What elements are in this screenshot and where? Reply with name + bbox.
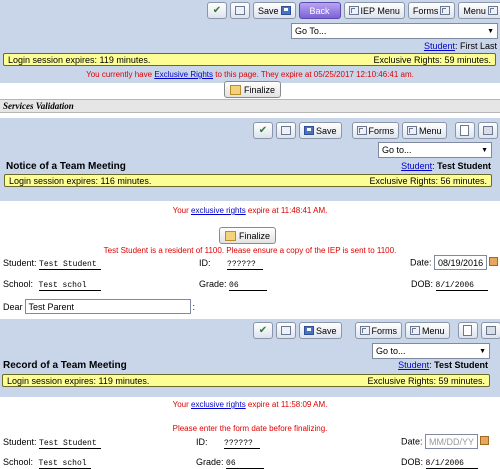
chevron-down-icon: ▼ (479, 347, 486, 355)
iep-menu-button[interactable]: IEP Menu (343, 2, 405, 19)
floppy-disk-icon (304, 326, 314, 335)
checkmark-icon: ✔ (212, 4, 222, 16)
window-icon (281, 126, 291, 135)
back-button[interactable]: Back (298, 2, 341, 19)
menu-button[interactable]: Menu (402, 122, 447, 139)
school-field: School: Test schol (3, 279, 101, 291)
grade-field: Grade: 06 (196, 457, 265, 469)
forms-button[interactable]: Forms (354, 322, 403, 339)
grid-icon (487, 6, 498, 15)
document-icon (463, 325, 473, 336)
checkmark-icon: ✔ (258, 324, 268, 336)
document-button[interactable] (457, 322, 478, 339)
save-button[interactable]: Save (253, 2, 296, 19)
top-band: ✔ Save Back IEP Menu Forms Menu Go To...… (0, 0, 500, 83)
student-link[interactable]: Student (424, 41, 455, 51)
id-field: ID: ?????? (199, 258, 264, 270)
student-field: Student: Test Student (3, 258, 102, 270)
date-input[interactable]: MM/DD/YY (425, 434, 479, 449)
print-button[interactable] (477, 122, 498, 139)
rights-message: Your exclusive rights expire at 11:48:41… (172, 206, 328, 215)
page-title: Record of a Team Meeting (3, 360, 127, 371)
grid-icon (440, 6, 451, 15)
window-icon (281, 326, 291, 335)
goto-select[interactable]: Go to... ▼ (378, 142, 492, 158)
grid-icon (356, 126, 367, 135)
menu-button[interactable]: Menu (405, 322, 450, 339)
floppy-disk-icon (280, 6, 291, 15)
top-finalize-row: Finalize (0, 81, 500, 99)
notice-body: Your exclusive rights expire at 11:48:41… (0, 201, 500, 319)
printer-icon (485, 326, 496, 335)
forms-button[interactable]: Forms (351, 122, 400, 139)
spellcheck-button[interactable]: ✔ (253, 122, 273, 139)
exclusive-rights-link[interactable]: exclusive rights (191, 400, 246, 409)
document-icon (460, 125, 470, 136)
finalize-button[interactable]: Finalize (224, 81, 282, 98)
save-button[interactable]: Save (299, 322, 342, 339)
student-link[interactable]: Student (398, 360, 429, 370)
notice-band: ✔ Save Forms Menu Go to... ▼ Notice of a … (0, 118, 500, 201)
grade-field: Grade: 06 (199, 279, 268, 291)
save-button[interactable]: Save (299, 122, 342, 139)
menu-button[interactable]: Menu (458, 2, 500, 19)
chevron-down-icon: ▼ (481, 146, 488, 154)
date-field: Date: 08/19/2016 (410, 255, 499, 270)
finalize-button[interactable]: Finalize (219, 227, 277, 244)
record-body: Your exclusive rights expire at 11:58:09… (0, 397, 500, 469)
grid-icon (359, 326, 370, 335)
window-icon (235, 6, 245, 15)
date-input[interactable]: 08/19/2016 (434, 255, 488, 270)
calendar-icon[interactable] (480, 435, 490, 445)
document-button[interactable] (454, 122, 475, 139)
printer-icon (482, 126, 493, 135)
session-bar: Login session expires: 119 minutes. Excl… (3, 53, 496, 66)
record-toolbar: ✔ Save Forms Menu (253, 322, 500, 339)
calendar-icon[interactable] (489, 256, 499, 266)
student-name: Student: Test Student (398, 360, 488, 370)
section-header: Services Validation (0, 99, 500, 113)
finalize-icon (230, 84, 241, 95)
form-date-message: Please enter the form date before finali… (172, 424, 328, 433)
rights-message: You currently have Exclusive Rights to t… (86, 70, 414, 79)
dob-field: DOB: 8/1/2006 (401, 457, 478, 469)
resident-message: Test Student is a resident of 1100. Plea… (103, 246, 397, 255)
finalize-icon (225, 230, 236, 241)
spellcheck-button[interactable]: ✔ (253, 322, 273, 339)
chevron-down-icon: ▼ (487, 27, 494, 35)
goto-select[interactable]: Go To... ▼ (291, 23, 498, 39)
student-field: Student: Test Student (3, 437, 102, 449)
grid-icon (410, 326, 421, 335)
student-link[interactable]: Student (401, 161, 432, 171)
school-field: School: Test schol (3, 457, 91, 469)
date-field: Date: MM/DD/YY (401, 434, 490, 449)
window-button[interactable] (276, 122, 296, 139)
rights-message: Your exclusive rights expire at 11:58:09… (172, 400, 328, 409)
goto-select[interactable]: Go to... ▼ (372, 343, 490, 359)
session-bar: Login session expires: 119 minutes. Excl… (2, 374, 490, 387)
student-name: Student: First Last (423, 41, 497, 51)
id-field: ID: ?????? (196, 437, 261, 449)
grid-icon (348, 6, 359, 15)
exclusive-rights-link[interactable]: Exclusive Rights (154, 70, 213, 79)
spellcheck-button[interactable]: ✔ (207, 2, 227, 19)
dob-field: DOB: 8/1/2006 (411, 279, 488, 291)
exclusive-rights-link[interactable]: exclusive rights (191, 206, 246, 215)
floppy-disk-icon (304, 126, 314, 135)
page-title: Notice of a Team Meeting (6, 161, 126, 172)
window-button[interactable] (276, 322, 296, 339)
student-name: Student: Test Student (401, 161, 491, 171)
session-bar: Login session expires: 116 minutes. Excl… (4, 174, 492, 187)
dear-line: Dear Test Parent : (3, 299, 195, 314)
notice-toolbar: ✔ Save Forms Menu (253, 122, 498, 139)
window-button[interactable] (230, 2, 250, 19)
record-band: ✔ Save Forms Menu Go to... ▼ Record of a … (0, 319, 500, 397)
print-button[interactable] (480, 322, 500, 339)
checkmark-icon: ✔ (258, 124, 268, 136)
forms-button[interactable]: Forms (407, 2, 456, 19)
dear-input[interactable]: Test Parent (24, 299, 191, 314)
grid-icon (407, 126, 418, 135)
top-toolbar: ✔ Save Back IEP Menu Forms Menu (207, 2, 500, 19)
